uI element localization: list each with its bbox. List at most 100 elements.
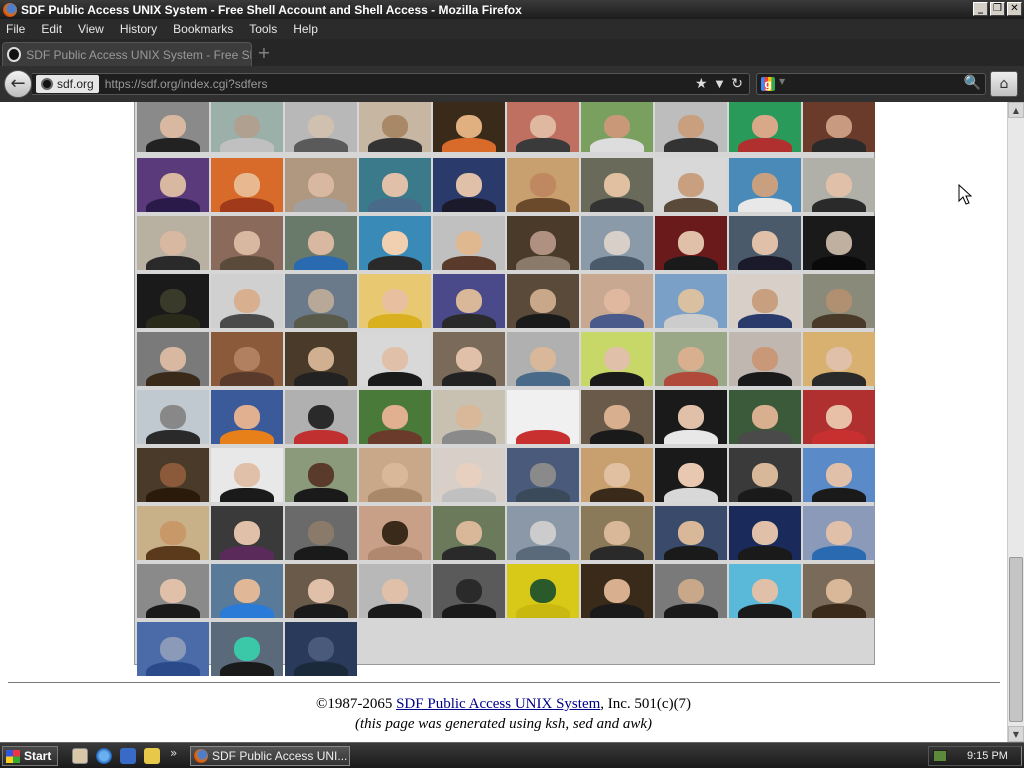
- member-photo[interactable]: [137, 102, 209, 152]
- member-photo[interactable]: [285, 622, 357, 676]
- member-photo[interactable]: [507, 274, 579, 328]
- explorer-quicklaunch-icon[interactable]: [144, 748, 160, 764]
- search-box[interactable]: g ▼ 🔍: [756, 73, 986, 95]
- outlook-quicklaunch-icon[interactable]: [120, 748, 136, 764]
- search-engine-dropdown-icon[interactable]: ▼: [779, 77, 785, 86]
- member-photo[interactable]: [285, 448, 357, 502]
- member-photo[interactable]: [581, 216, 653, 270]
- member-photo[interactable]: [803, 332, 875, 386]
- menu-help[interactable]: Help: [293, 22, 318, 36]
- scroll-down-icon[interactable]: ▼: [1008, 726, 1024, 742]
- menu-tools[interactable]: Tools: [249, 22, 277, 36]
- member-photo[interactable]: [655, 506, 727, 560]
- member-photo[interactable]: [581, 274, 653, 328]
- member-photo[interactable]: [285, 102, 357, 152]
- member-photo[interactable]: [729, 506, 801, 560]
- member-photo[interactable]: [507, 158, 579, 212]
- member-photo[interactable]: [211, 216, 283, 270]
- member-photo[interactable]: [359, 158, 431, 212]
- member-photo[interactable]: [359, 274, 431, 328]
- member-photo[interactable]: [433, 390, 505, 444]
- scroll-up-icon[interactable]: ▲: [1008, 102, 1024, 118]
- member-photo[interactable]: [137, 332, 209, 386]
- member-photo[interactable]: [137, 216, 209, 270]
- member-photo[interactable]: [655, 102, 727, 152]
- member-photo[interactable]: [729, 564, 801, 618]
- member-photo[interactable]: [359, 448, 431, 502]
- url-bar[interactable]: sdf.org https://sdf.org/index.cgi?sdfers…: [32, 73, 750, 95]
- google-search-engine-icon[interactable]: g: [761, 77, 775, 91]
- member-photo[interactable]: [507, 390, 579, 444]
- member-photo[interactable]: [581, 102, 653, 152]
- member-photo[interactable]: [137, 448, 209, 502]
- member-photo[interactable]: [211, 448, 283, 502]
- member-photo[interactable]: [507, 448, 579, 502]
- member-photo[interactable]: [211, 506, 283, 560]
- member-photo[interactable]: [655, 448, 727, 502]
- member-photo[interactable]: [507, 216, 579, 270]
- member-photo[interactable]: [507, 564, 579, 618]
- member-photo[interactable]: [211, 274, 283, 328]
- history-dropdown-icon[interactable]: ▼: [716, 76, 724, 94]
- ie-quicklaunch-icon[interactable]: [96, 748, 112, 764]
- member-photo[interactable]: [507, 102, 579, 152]
- minimize-button[interactable]: _: [973, 2, 988, 16]
- desktop-quicklaunch-icon[interactable]: [72, 748, 88, 764]
- member-photo[interactable]: [729, 448, 801, 502]
- member-photo[interactable]: [359, 216, 431, 270]
- member-photo[interactable]: [581, 448, 653, 502]
- member-photo[interactable]: [359, 332, 431, 386]
- window-title-bar[interactable]: SDF Public Access UNIX System - Free She…: [0, 0, 1024, 19]
- network-tray-icon[interactable]: [933, 750, 947, 762]
- member-photo[interactable]: [137, 158, 209, 212]
- member-photo[interactable]: [729, 158, 801, 212]
- vertical-scrollbar[interactable]: ▲ ▼: [1007, 102, 1024, 742]
- member-photo[interactable]: [137, 274, 209, 328]
- member-photo[interactable]: [803, 448, 875, 502]
- member-photo[interactable]: [433, 448, 505, 502]
- member-photo[interactable]: [211, 622, 283, 676]
- menu-view[interactable]: View: [78, 22, 104, 36]
- menu-edit[interactable]: Edit: [41, 22, 62, 36]
- member-photo[interactable]: [285, 274, 357, 328]
- member-photo[interactable]: [285, 506, 357, 560]
- back-button[interactable]: ←: [4, 70, 32, 98]
- reload-icon[interactable]: ↻: [731, 76, 743, 94]
- member-photo[interactable]: [285, 332, 357, 386]
- menu-file[interactable]: File: [6, 22, 25, 36]
- member-photo[interactable]: [803, 216, 875, 270]
- home-button[interactable]: ⌂: [990, 71, 1018, 97]
- member-photo[interactable]: [655, 274, 727, 328]
- maximize-button[interactable]: ❐: [990, 2, 1005, 16]
- member-photo[interactable]: [581, 158, 653, 212]
- site-identity-button[interactable]: sdf.org: [36, 75, 99, 93]
- menu-history[interactable]: History: [120, 22, 157, 36]
- member-photo[interactable]: [211, 332, 283, 386]
- member-photo[interactable]: [433, 102, 505, 152]
- member-photo[interactable]: [581, 564, 653, 618]
- member-photo[interactable]: [803, 158, 875, 212]
- member-photo[interactable]: [655, 216, 727, 270]
- url-text[interactable]: https://sdf.org/index.cgi?sdfers: [105, 77, 268, 91]
- scrollbar-thumb[interactable]: [1009, 557, 1023, 722]
- member-photo[interactable]: [655, 332, 727, 386]
- member-photo[interactable]: [581, 332, 653, 386]
- search-go-icon[interactable]: 🔍: [964, 75, 981, 91]
- close-button[interactable]: ✕: [1007, 2, 1022, 16]
- member-photo[interactable]: [359, 390, 431, 444]
- member-photo[interactable]: [803, 102, 875, 152]
- member-photo[interactable]: [803, 506, 875, 560]
- bookmark-star-icon[interactable]: ★: [695, 76, 708, 94]
- member-photo[interactable]: [137, 564, 209, 618]
- member-photo[interactable]: [433, 158, 505, 212]
- member-photo[interactable]: [211, 390, 283, 444]
- member-photo[interactable]: [433, 564, 505, 618]
- member-photo[interactable]: [729, 216, 801, 270]
- member-photo[interactable]: [137, 390, 209, 444]
- member-photo[interactable]: [507, 506, 579, 560]
- menu-bookmarks[interactable]: Bookmarks: [173, 22, 233, 36]
- member-photo[interactable]: [729, 274, 801, 328]
- quicklaunch-overflow-icon[interactable]: »: [170, 746, 177, 760]
- member-photo[interactable]: [803, 390, 875, 444]
- member-photo[interactable]: [729, 390, 801, 444]
